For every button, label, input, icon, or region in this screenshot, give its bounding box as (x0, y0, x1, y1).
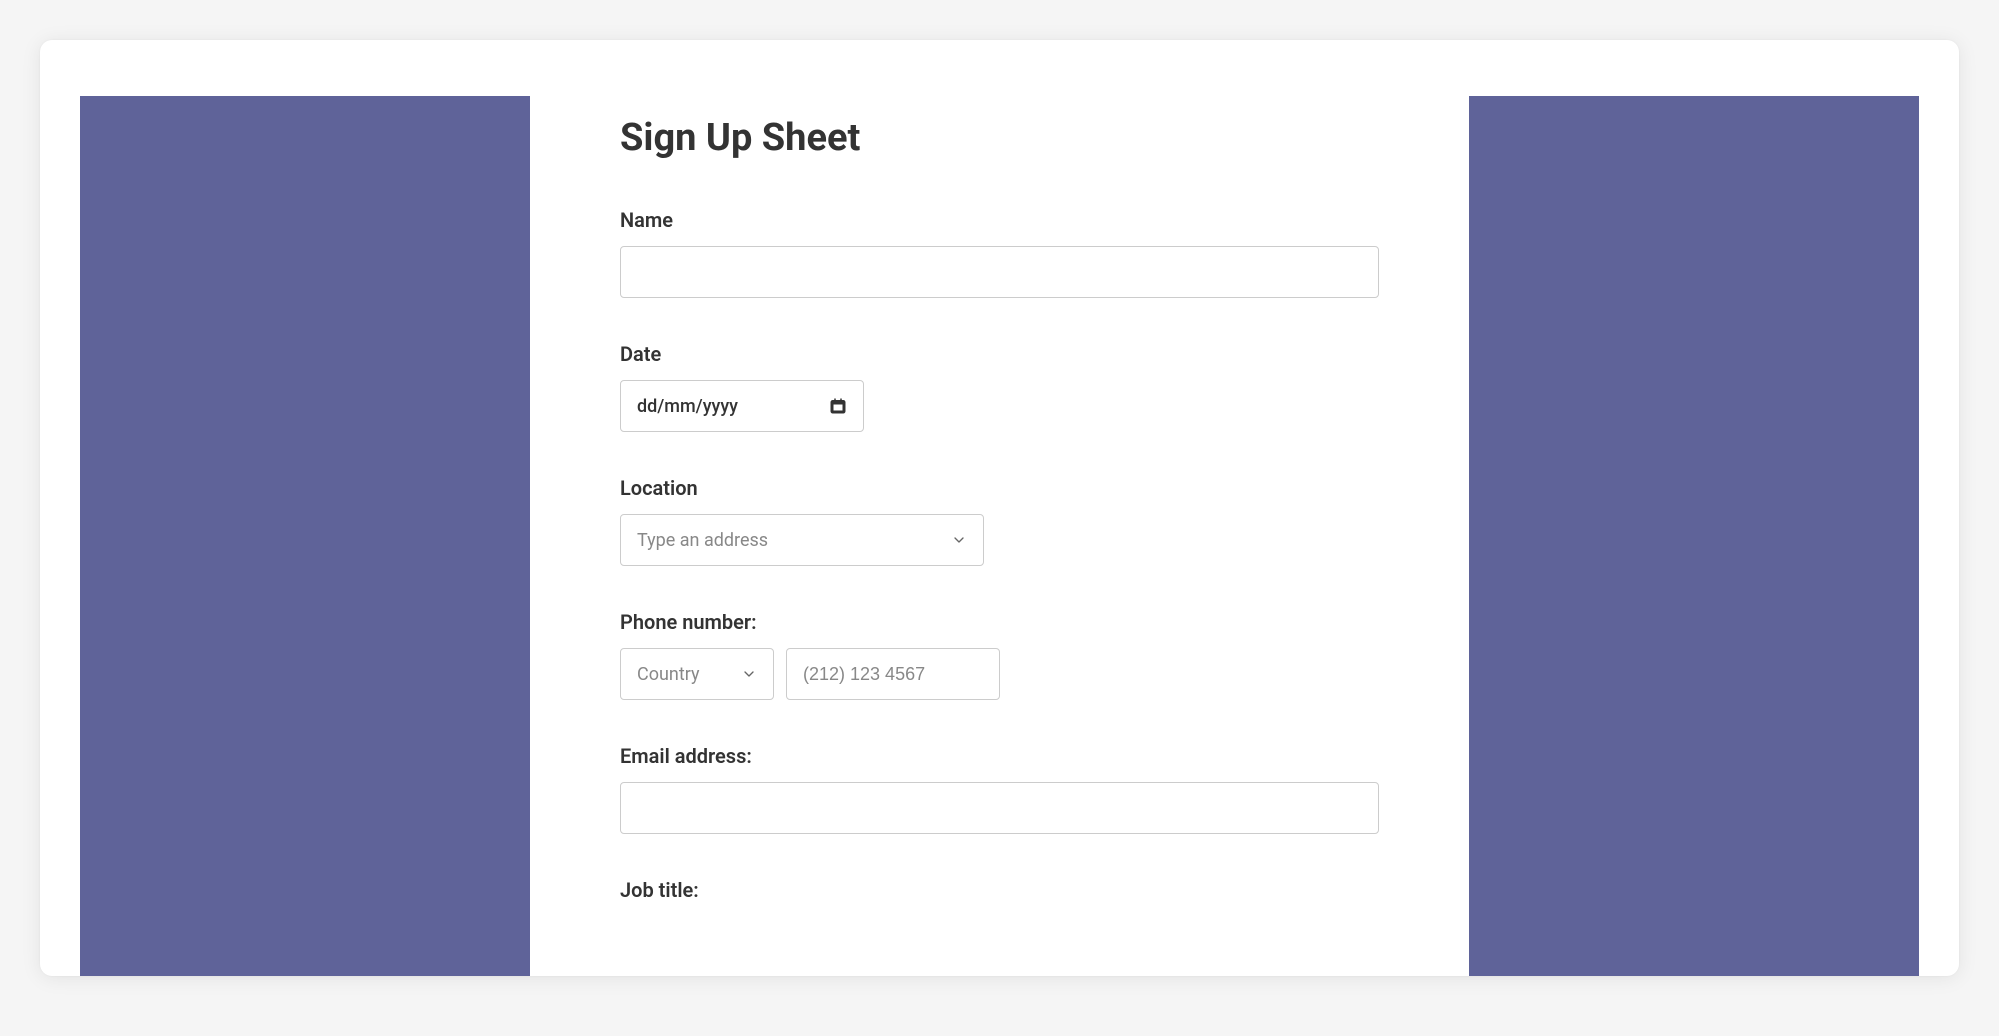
phone-label: Phone number: (620, 610, 1379, 634)
date-input[interactable]: dd/mm/yyyy (620, 380, 864, 432)
date-label: Date (620, 342, 1379, 366)
location-field-group: Location Type an address (620, 476, 1379, 566)
job-title-field-group: Job title: (620, 878, 1379, 902)
name-input[interactable] (620, 246, 1379, 298)
form-card: Sign Up Sheet Name Date dd/mm/yyyy (40, 40, 1959, 976)
job-title-label: Job title: (620, 878, 1379, 902)
phone-row: Country (620, 648, 1379, 700)
location-placeholder: Type an address (637, 530, 768, 551)
date-field-group: Date dd/mm/yyyy (620, 342, 1379, 432)
name-field-group: Name (620, 208, 1379, 298)
email-label: Email address: (620, 744, 1379, 768)
form-inner-layout: Sign Up Sheet Name Date dd/mm/yyyy (80, 96, 1919, 976)
phone-country-select[interactable]: Country (620, 648, 774, 700)
form-title: Sign Up Sheet (620, 116, 1379, 160)
phone-number-input[interactable] (786, 648, 1000, 700)
name-label: Name (620, 208, 1379, 232)
location-select[interactable]: Type an address (620, 514, 984, 566)
phone-country-placeholder: Country (637, 664, 700, 685)
email-field-group: Email address: (620, 744, 1379, 834)
email-input[interactable] (620, 782, 1379, 834)
calendar-icon (829, 397, 847, 415)
left-decorative-panel (80, 96, 530, 976)
phone-field-group: Phone number: Country (620, 610, 1379, 700)
chevron-down-icon (951, 532, 967, 548)
date-placeholder: dd/mm/yyyy (637, 396, 738, 417)
location-label: Location (620, 476, 1379, 500)
form-area: Sign Up Sheet Name Date dd/mm/yyyy (620, 96, 1379, 976)
chevron-down-icon (741, 666, 757, 682)
right-decorative-panel (1469, 96, 1919, 976)
